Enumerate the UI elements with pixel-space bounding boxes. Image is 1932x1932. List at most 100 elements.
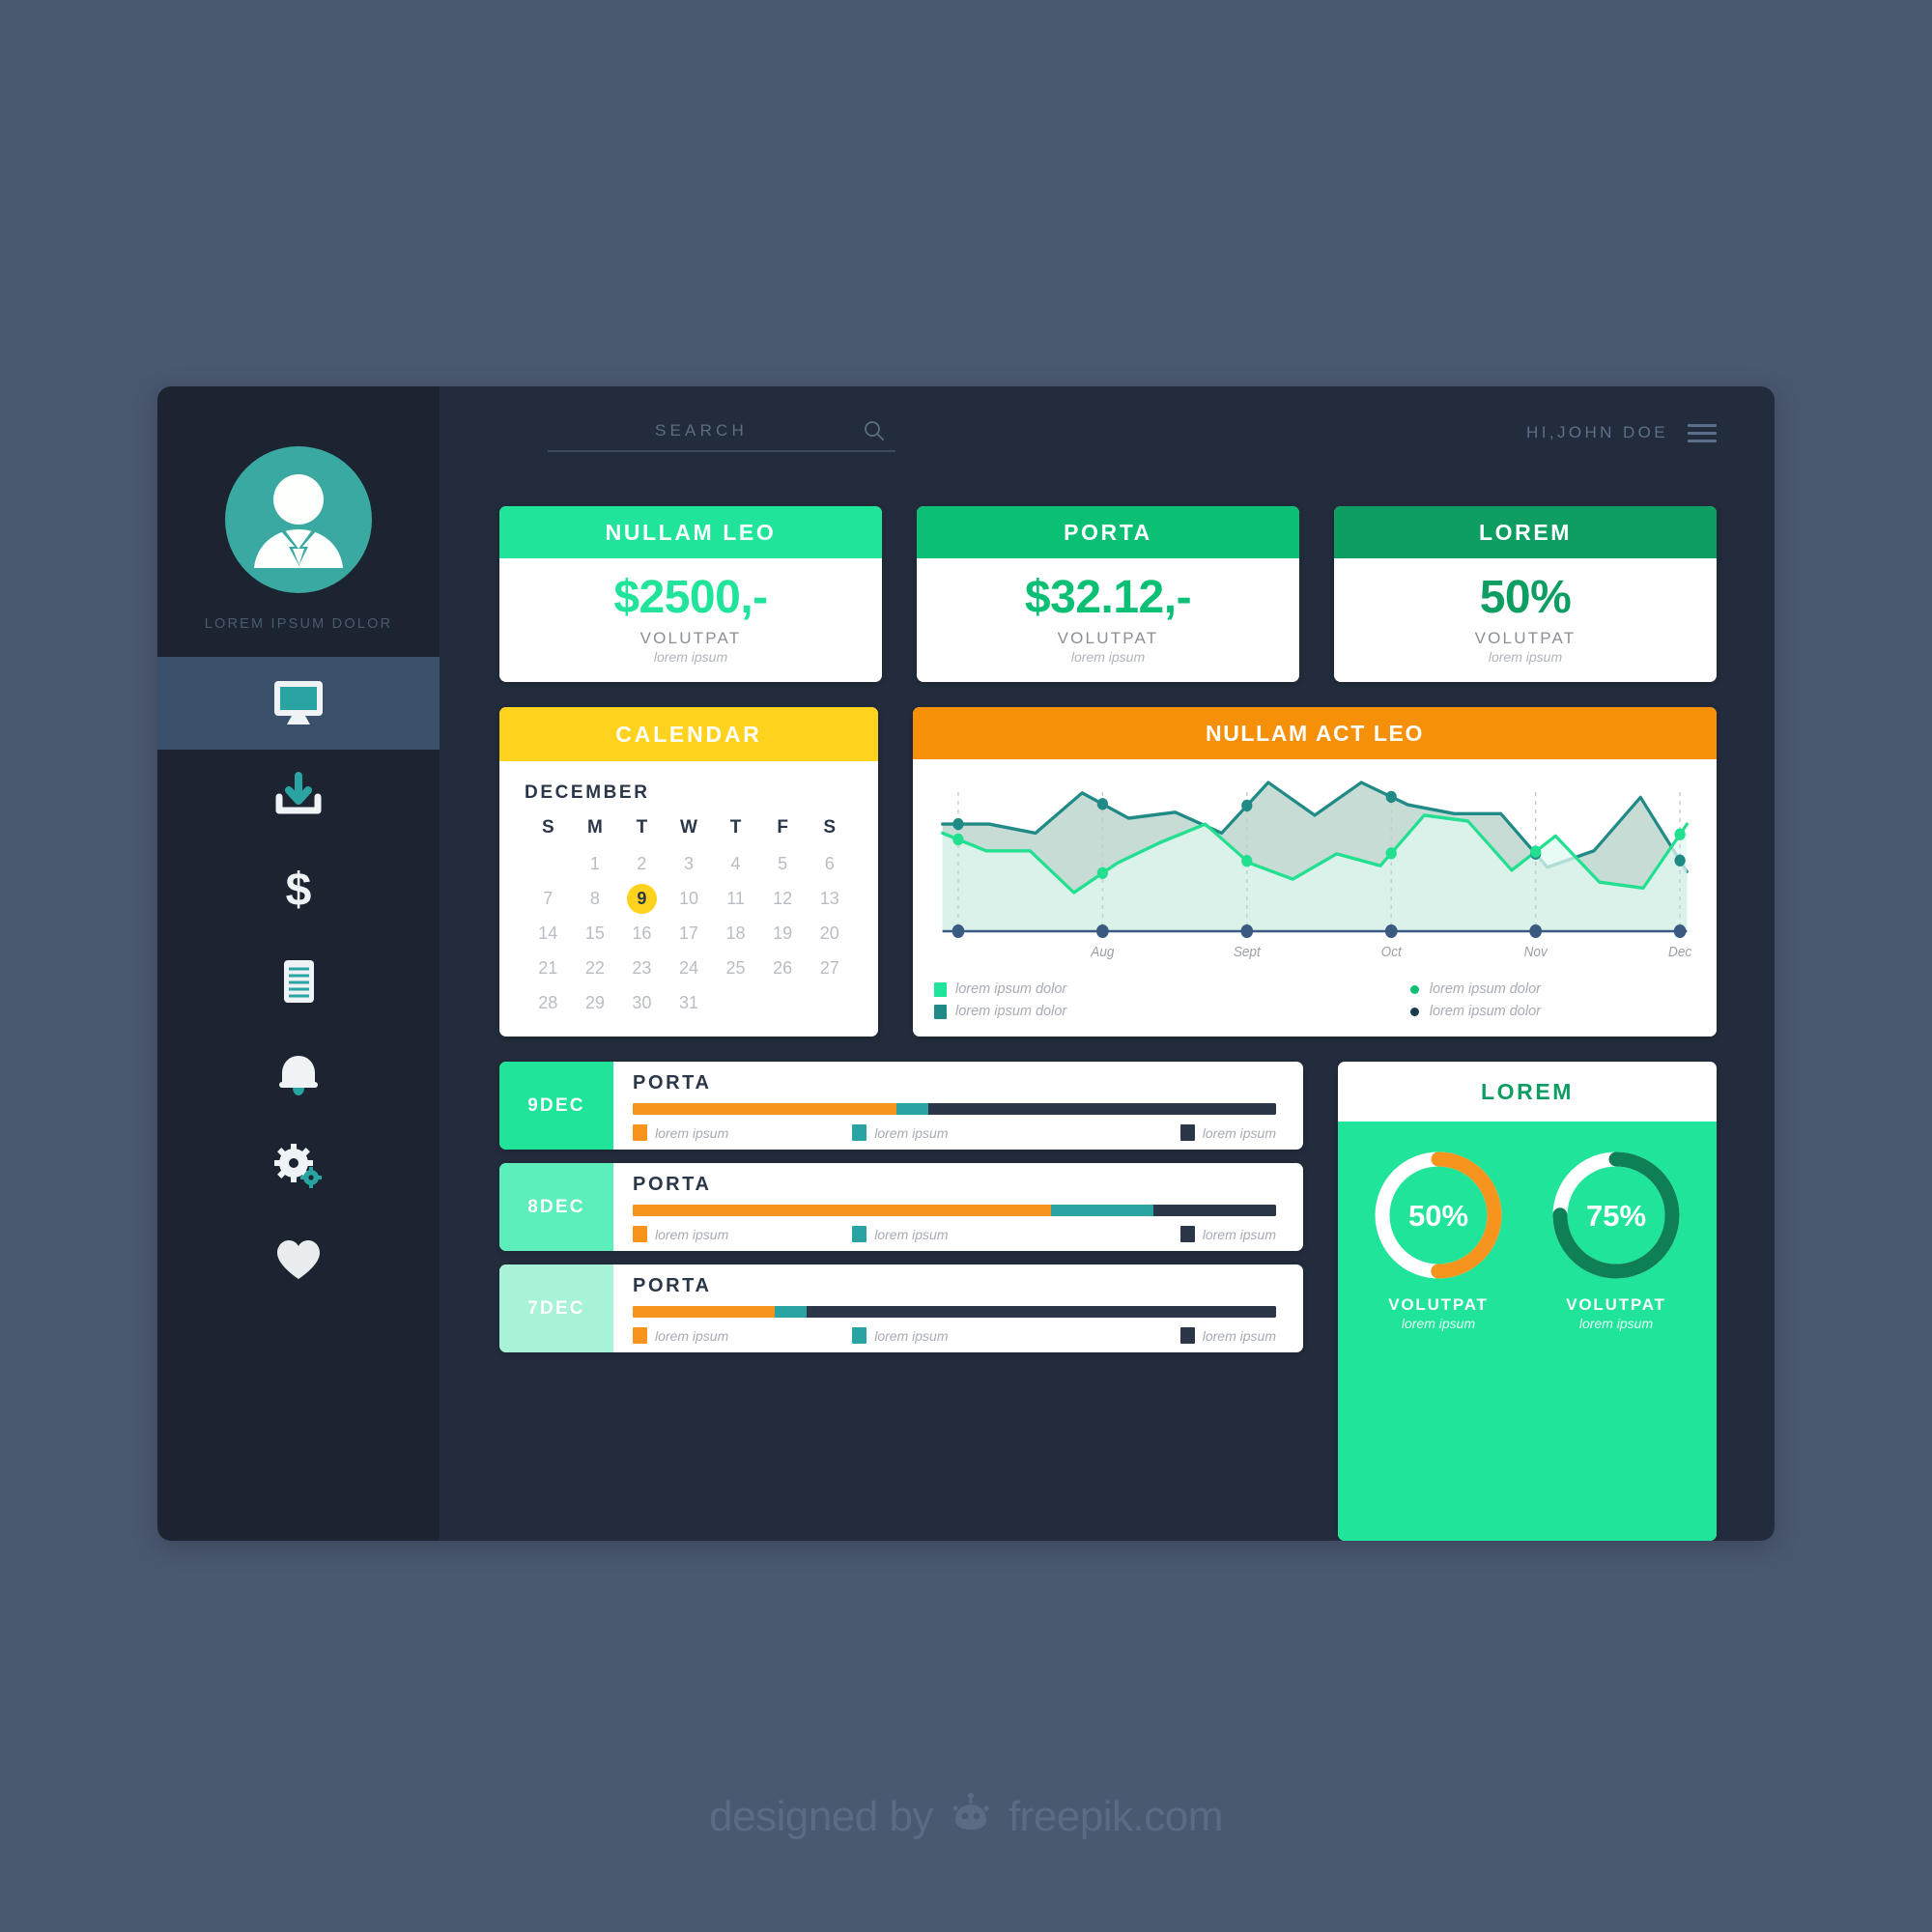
calendar-day[interactable]: 23 xyxy=(618,953,666,983)
stat-card-subtitle: VOLUTPAT xyxy=(1057,629,1159,648)
task-legend-item: lorem ipsum xyxy=(852,1327,949,1345)
stat-card-subtitle: VOLUTPAT xyxy=(639,629,742,648)
chart-legend-item: lorem ipsum dolor xyxy=(1408,1004,1541,1019)
calendar-day[interactable]: 27 xyxy=(806,953,853,983)
chart-axis-dot[interactable] xyxy=(952,924,965,939)
calendar-day[interactable]: 20 xyxy=(806,919,853,949)
task-row[interactable]: 8DEC PORTA lorem ipsum lorem ipsum lorem ips… xyxy=(499,1163,1303,1252)
search-input[interactable] xyxy=(548,421,855,440)
calendar-day[interactable]: 25 xyxy=(712,953,759,983)
calendar-day[interactable]: 11 xyxy=(712,884,759,914)
task-legend-swatch xyxy=(633,1124,647,1142)
stat-card: PORTA $32.12,- VOLUTPAT lorem ipsum xyxy=(917,506,1299,683)
task-date-badge: 9DEC xyxy=(499,1062,613,1151)
task-title: PORTA xyxy=(633,1275,712,1297)
task-progress-segment xyxy=(896,1103,929,1116)
calendar-day[interactable]: 17 xyxy=(666,919,713,949)
chart-data-point[interactable] xyxy=(1674,854,1686,867)
screenshot-stage: LOREM IPSUM DOLOR $ SEARCH HI,JOHN DOE N… xyxy=(0,0,1932,1932)
task-progress-bar[interactable] xyxy=(633,1306,1276,1319)
stat-card-title: LOREM xyxy=(1334,506,1717,558)
chart-axis-dot[interactable] xyxy=(1384,924,1398,939)
chart-data-point[interactable] xyxy=(1530,845,1542,859)
chart-axis-dot[interactable] xyxy=(1240,924,1254,939)
donut-label: VOLUTPAT xyxy=(1388,1295,1489,1315)
calendar-day[interactable]: 5 xyxy=(759,849,807,879)
chart-axis-dot[interactable] xyxy=(1529,924,1543,939)
donut-caption: lorem ipsum xyxy=(1401,1316,1476,1332)
hamburger-menu-icon[interactable] xyxy=(1688,423,1717,442)
calendar-day[interactable]: 6 xyxy=(806,849,853,879)
chart-data-point[interactable] xyxy=(1385,791,1397,804)
user-greeting[interactable]: HI,JOHN DOE xyxy=(1526,423,1668,442)
sidebar-item-downloads[interactable] xyxy=(157,750,440,842)
calendar-day[interactable]: 15 xyxy=(572,919,619,949)
chart-data-point[interactable] xyxy=(1241,855,1253,867)
calendar-day[interactable]: 21 xyxy=(525,953,572,983)
search-field[interactable] xyxy=(548,419,895,452)
task-progress-bar[interactable] xyxy=(633,1103,1276,1116)
chart-data-point[interactable] xyxy=(1096,867,1108,880)
task-row[interactable]: 9DEC PORTA lorem ipsum lorem ipsum lorem ips… xyxy=(499,1062,1303,1151)
chart-legend-label: lorem ipsum dolor xyxy=(1429,981,1541,998)
calendar-day[interactable]: 29 xyxy=(572,988,619,1018)
calendar-day[interactable]: 31 xyxy=(666,988,713,1018)
stat-card-title: NULLAM LEO xyxy=(499,506,882,558)
sidebar-item-dashboard[interactable] xyxy=(157,657,440,750)
chart-x-tick-label: Dec xyxy=(1668,945,1691,961)
chart-legend-marker xyxy=(934,981,947,997)
task-progress-bar[interactable] xyxy=(633,1205,1276,1217)
search-icon[interactable] xyxy=(863,419,886,442)
calendar-day[interactable]: 12 xyxy=(759,884,807,914)
task-legend-swatch xyxy=(1179,1327,1195,1345)
task-progress-segment xyxy=(806,1306,1276,1319)
task-legend-label: lorem ipsum xyxy=(1202,1124,1276,1141)
calendar-day[interactable]: 22 xyxy=(572,953,619,983)
chart-data-point[interactable] xyxy=(1241,800,1253,812)
sidebar: LOREM IPSUM DOLOR $ xyxy=(157,386,440,1541)
task-legend-item: lorem ipsum xyxy=(852,1124,949,1142)
calendar-day[interactable]: 24 xyxy=(666,953,713,983)
calendar-day[interactable]: 28 xyxy=(525,988,572,1018)
calendar-grid[interactable]: S M T W T F S 1 2 3 4 5 6 7 8 9 10 11 12 13 14 15 16 17 18 19 20 21… xyxy=(525,817,853,1018)
calendar-day[interactable]: 4 xyxy=(712,849,759,879)
chart-axis-dot[interactable] xyxy=(1673,924,1687,939)
task-legend: lorem ipsum lorem ipsum lorem ipsum xyxy=(633,1124,1276,1142)
sidebar-item-documents[interactable] xyxy=(157,935,440,1028)
task-body: PORTA lorem ipsum lorem ipsum lorem ipsum xyxy=(613,1264,1303,1352)
stat-cards-row: NULLAM LEO $2500,- VOLUTPAT lorem ipsum PORT… xyxy=(499,506,1717,683)
calendar-day[interactable]: 7 xyxy=(525,884,572,914)
calendar-day[interactable]: 14 xyxy=(525,919,572,949)
sidebar-item-settings[interactable] xyxy=(157,1121,440,1213)
sidebar-item-finance[interactable]: $ xyxy=(157,842,440,935)
calendar-dow: F xyxy=(777,817,788,838)
calendar-day[interactable]: 13 xyxy=(806,884,853,914)
chart-data-point[interactable] xyxy=(1674,828,1686,841)
calendar-day[interactable]: 1 xyxy=(572,849,619,879)
chart-data-point[interactable] xyxy=(1096,798,1108,810)
chart-legend-label: lorem ipsum dolor xyxy=(955,981,1067,998)
calendar-day[interactable]: 19 xyxy=(759,919,807,949)
sidebar-item-favorites[interactable] xyxy=(157,1213,440,1306)
area-chart-svg: Aug Sept Oct Nov Dec xyxy=(941,781,1691,961)
calendar-day[interactable]: 2 xyxy=(618,849,666,879)
download-inbox-icon xyxy=(275,772,322,814)
calendar-day[interactable]: 10 xyxy=(666,884,713,914)
chart-data-point[interactable] xyxy=(1385,847,1397,860)
chart-data-point[interactable] xyxy=(952,834,964,846)
task-legend-item: lorem ipsum xyxy=(1179,1124,1276,1142)
calendar-day-today[interactable]: 9 xyxy=(618,884,666,915)
calendar-day[interactable]: 8 xyxy=(572,884,619,914)
calendar-day[interactable]: 26 xyxy=(759,953,807,983)
task-row[interactable]: 7DEC PORTA lorem ipsum lorem ipsum lorem ips… xyxy=(499,1264,1303,1353)
calendar-day[interactable]: 16 xyxy=(618,919,666,949)
sidebar-item-notifications[interactable] xyxy=(157,1028,440,1121)
main-content: HI,JOHN DOE NULLAM LEO$2500,-VOLUTPATlor… xyxy=(440,386,1775,1541)
chart-axis-dot[interactable] xyxy=(1096,924,1109,939)
chart-legend-label: lorem ipsum dolor xyxy=(955,1004,1067,1020)
calendar-day[interactable]: 30 xyxy=(618,988,666,1018)
user-avatar-icon[interactable] xyxy=(225,446,372,593)
chart-data-point[interactable] xyxy=(952,818,964,831)
calendar-day[interactable]: 3 xyxy=(666,849,713,879)
calendar-day[interactable]: 18 xyxy=(712,919,759,949)
